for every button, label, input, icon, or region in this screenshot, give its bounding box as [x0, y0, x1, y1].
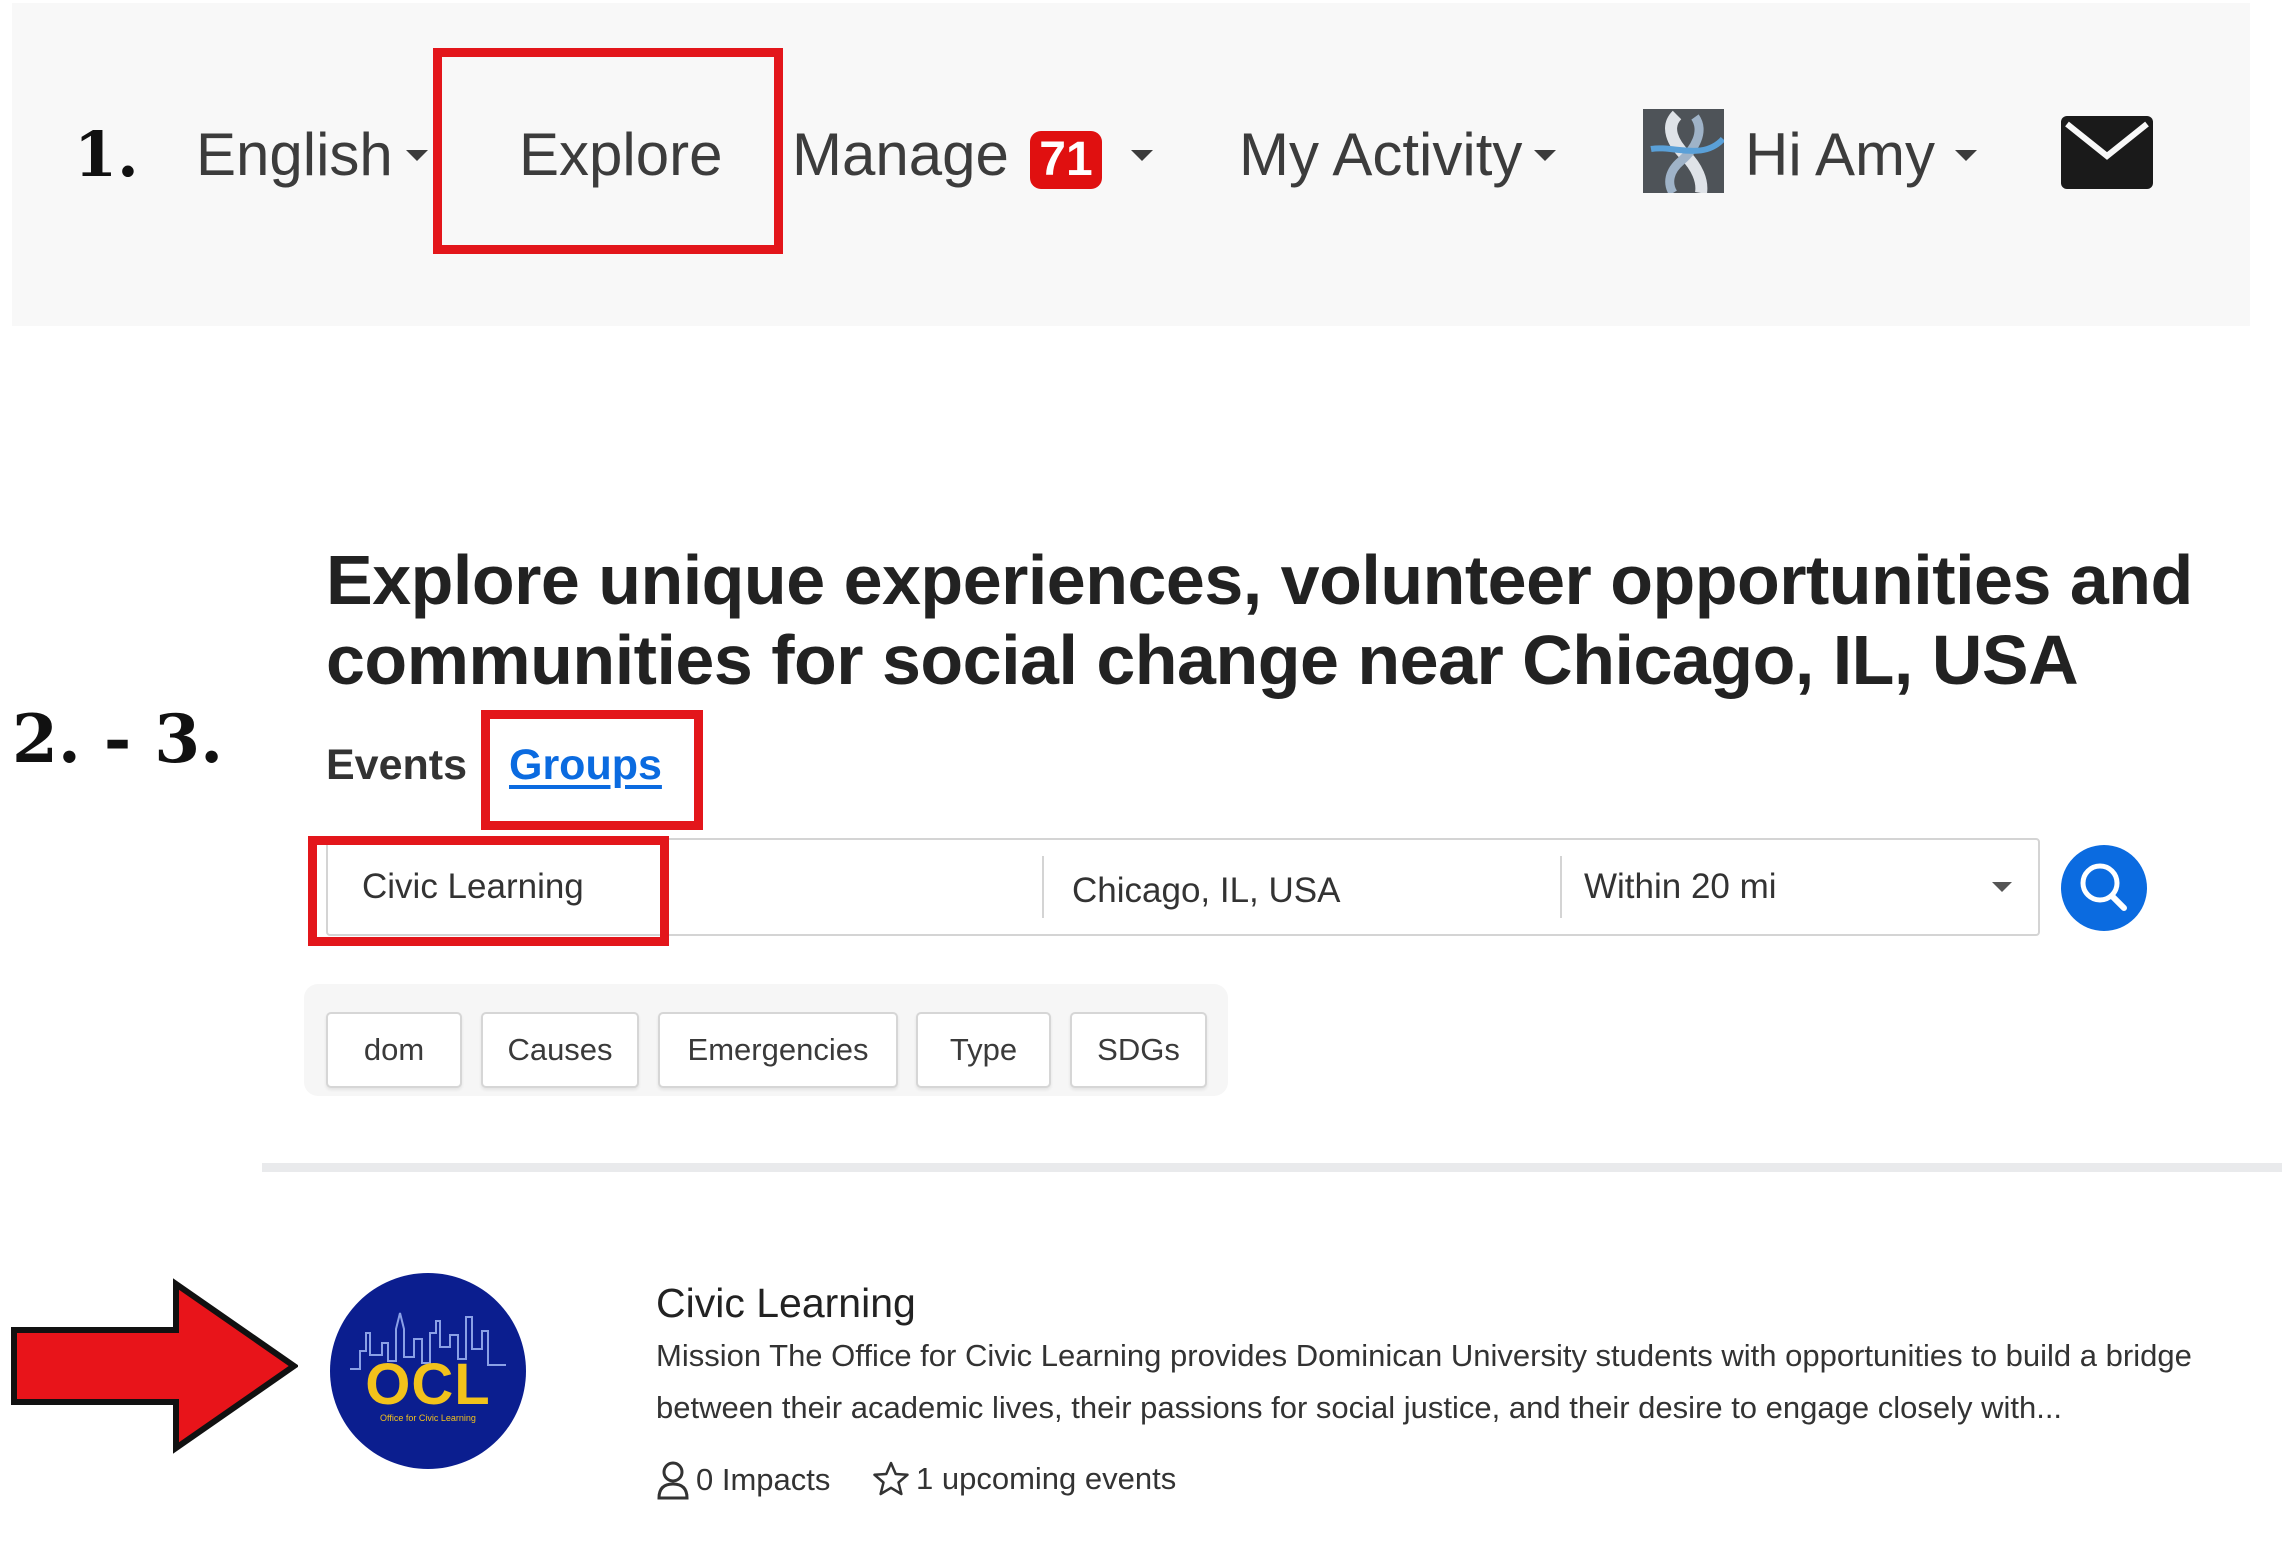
- star-icon: [873, 1461, 909, 1496]
- tab-groups[interactable]: Groups: [509, 741, 662, 790]
- search-divider: [1560, 856, 1562, 918]
- user-avatar[interactable]: [1643, 109, 1724, 193]
- envelope-icon[interactable]: [2061, 116, 2153, 189]
- filter-chip-dom[interactable]: dom: [326, 1012, 462, 1088]
- my-activity-menu[interactable]: My Activity: [1239, 120, 1522, 189]
- search-divider: [1042, 856, 1044, 918]
- caret-down-icon: [1131, 150, 1153, 161]
- impacts-text: 0 Impacts: [696, 1462, 831, 1497]
- search-button[interactable]: [2061, 845, 2147, 931]
- result-title[interactable]: Civic Learning: [656, 1280, 916, 1327]
- filter-chip-sdgs[interactable]: SDGs: [1070, 1012, 1207, 1088]
- manage-count-badge: 71: [1030, 131, 1102, 189]
- language-menu[interactable]: English: [196, 120, 393, 189]
- tab-events[interactable]: Events: [326, 741, 467, 790]
- chevron-down-icon: [1992, 882, 2012, 892]
- logo-subtext: Office for Civic Learning: [380, 1413, 476, 1423]
- red-arrow-icon: [10, 1278, 300, 1454]
- result-description: Mission The Office for Civic Learning pr…: [656, 1338, 2192, 1425]
- impacts-stat: 0 Impacts: [656, 1460, 830, 1500]
- distance-select-value: Within 20 mi: [1584, 867, 1777, 906]
- search-icon: [2080, 863, 2127, 911]
- avatar-ribbon-icon: [1643, 109, 1724, 193]
- search-bar: Within 20 mi: [326, 838, 2040, 938]
- caret-down-icon: [1955, 150, 1977, 161]
- section-divider: [262, 1163, 2282, 1172]
- distance-select[interactable]: Within 20 mi: [1584, 840, 2024, 934]
- location-input[interactable]: [1072, 844, 1572, 938]
- filter-chip-emergencies[interactable]: Emergencies: [658, 1012, 898, 1088]
- filter-chip-type[interactable]: Type: [916, 1012, 1051, 1088]
- group-logo[interactable]: OCL Office for Civic Learning: [330, 1273, 526, 1469]
- caret-down-icon: [406, 150, 428, 161]
- nav-explore-link[interactable]: Explore: [519, 120, 722, 189]
- upcoming-events-text: 1 upcoming events: [916, 1461, 1177, 1496]
- user-menu[interactable]: Hi Amy: [1745, 120, 1935, 189]
- step-2-3-label: 2. - 3.: [12, 700, 224, 778]
- upcoming-events-stat: 1 upcoming events: [872, 1460, 1176, 1498]
- caret-down-icon: [1534, 150, 1556, 161]
- filter-chip-causes[interactable]: Causes: [481, 1012, 639, 1088]
- step-1-label: 1.: [74, 118, 139, 191]
- logo-text: OCL: [365, 1352, 491, 1417]
- page-heading: Explore unique experiences, volunteer op…: [326, 541, 2193, 699]
- manage-menu[interactable]: Manage: [792, 120, 1009, 189]
- keyword-search-input[interactable]: [362, 840, 1052, 934]
- person-icon: [657, 1461, 689, 1500]
